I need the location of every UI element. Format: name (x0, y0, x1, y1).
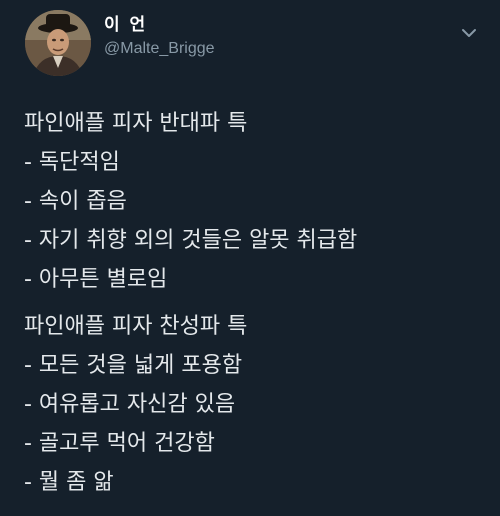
list-item: - 아무튼 별로임 (24, 267, 168, 292)
section-heading-for: 파인애플 피자 찬성파 특 (24, 314, 248, 339)
avatar[interactable] (25, 10, 91, 76)
list-item: - 뭘 좀 앎 (24, 470, 114, 495)
tweet: 이 언 @Malte_Brigge 파인애플 피자 반대파 특 - 독단적임 -… (0, 0, 500, 516)
list-item: - 골고루 먹어 건강함 (24, 431, 215, 456)
display-name[interactable]: 이 언 (104, 14, 215, 36)
tweet-text: 파인애플 피자 반대파 특 - 독단적임 - 속이 좁음 - 자기 취향 외의 … (24, 104, 480, 502)
portrait-avatar-image (25, 10, 91, 76)
list-item: - 독단적임 (24, 150, 120, 175)
author-block: 이 언 @Malte_Brigge (104, 14, 215, 59)
list-item: - 모든 것을 넓게 포용함 (24, 353, 243, 378)
chevron-down-icon[interactable] (460, 24, 478, 42)
user-handle[interactable]: @Malte_Brigge (104, 39, 215, 59)
list-item: - 여유롭고 자신감 있음 (24, 392, 236, 417)
section-heading-against: 파인애플 피자 반대파 특 (24, 111, 248, 136)
list-item: - 자기 취향 외의 것들은 알못 취급함 (24, 228, 358, 253)
list-item: - 속이 좁음 (24, 189, 127, 214)
